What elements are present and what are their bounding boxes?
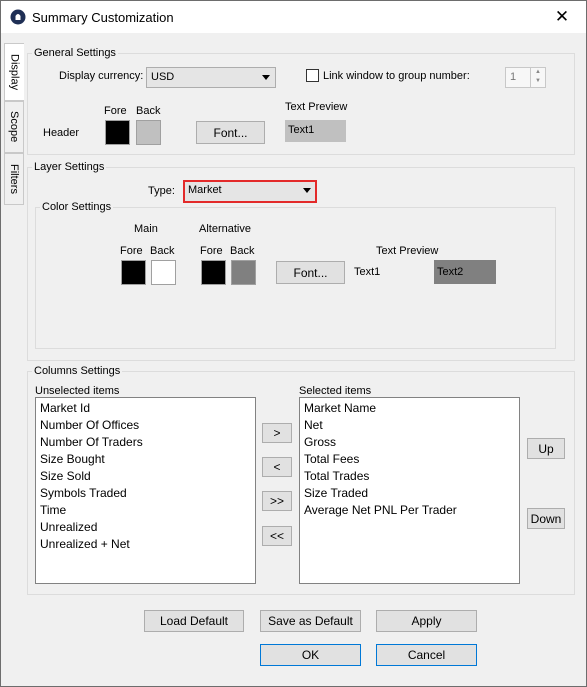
alt-fore-color-swatch[interactable] [201, 260, 226, 285]
link-window-checkbox[interactable] [306, 69, 319, 82]
alt-back-label: Back [230, 245, 255, 257]
list-item[interactable]: Number Of Traders [36, 434, 255, 451]
list-item[interactable]: Gross [300, 434, 519, 451]
list-item[interactable]: Average Net PNL Per Trader [300, 502, 519, 519]
chevron-down-icon [262, 75, 270, 80]
down-button[interactable]: Down [527, 508, 565, 529]
list-item[interactable]: Market Id [36, 400, 255, 417]
unselected-items-label: Unselected items [35, 385, 120, 397]
move-all-left-button[interactable]: << [262, 526, 292, 546]
link-window-label: Link window to group number: [323, 70, 470, 82]
move-right-button[interactable]: > [262, 423, 292, 443]
main-back-label: Back [150, 245, 175, 257]
header-text-preview: Text1 [285, 120, 346, 142]
chevron-down-icon [303, 188, 311, 193]
main-colors-label: Main [134, 223, 158, 235]
tab-filters-label: Filters [8, 164, 20, 194]
selected-items-list[interactable]: Market Name Net Gross Total Fees Total T… [299, 397, 520, 584]
main-fore-label: Fore [120, 245, 143, 257]
header-back-label: Back [136, 105, 161, 117]
load-default-button[interactable]: Load Default [144, 610, 244, 632]
apply-button[interactable]: Apply [376, 610, 477, 632]
header-back-color-swatch[interactable] [136, 120, 161, 145]
list-item[interactable]: Total Trades [300, 468, 519, 485]
list-item[interactable]: Unrealized + Net [36, 536, 255, 553]
main-fore-color-swatch[interactable] [121, 260, 146, 285]
display-currency-label: Display currency: [59, 70, 144, 82]
list-item[interactable]: Market Name [300, 400, 519, 417]
layer-preview-text1: Text1 [354, 266, 381, 278]
list-item[interactable]: Size Bought [36, 451, 255, 468]
layer-settings-legend: Layer Settings [34, 161, 105, 173]
tab-filters[interactable]: Filters [4, 153, 24, 205]
display-currency-select[interactable]: USD [146, 67, 276, 88]
layer-type-select[interactable]: Market [183, 180, 317, 203]
main-back-color-swatch[interactable] [151, 260, 176, 285]
color-settings-legend: Color Settings [42, 201, 112, 213]
ok-button[interactable]: OK [260, 644, 361, 666]
list-item[interactable]: Total Fees [300, 451, 519, 468]
tab-display-label: Display [8, 53, 21, 91]
list-item[interactable]: Time [36, 502, 255, 519]
layer-text-preview-label: Text Preview [376, 245, 439, 257]
list-item[interactable]: Symbols Traded [36, 485, 255, 502]
app-icon [10, 9, 26, 25]
layer-font-button[interactable]: Font... [276, 261, 345, 284]
header-fore-label: Fore [104, 105, 127, 117]
header-label: Header [43, 127, 80, 139]
up-button[interactable]: Up [527, 438, 565, 459]
alt-fore-label: Fore [200, 245, 223, 257]
list-item[interactable]: Size Sold [36, 468, 255, 485]
layer-preview-text2: Text2 [434, 260, 496, 284]
window-title: Summary Customization [32, 10, 174, 25]
title-bar: Summary Customization ✕ [1, 1, 586, 33]
tab-display[interactable]: Display [4, 43, 24, 101]
list-item[interactable]: Net [300, 417, 519, 434]
group-number-spinner[interactable]: 1 ▲ ▼ [505, 67, 546, 88]
cancel-button[interactable]: Cancel [376, 644, 477, 666]
move-left-button[interactable]: < [262, 457, 292, 477]
close-icon: ✕ [554, 7, 570, 26]
unselected-items-list[interactable]: Market Id Number Of Offices Number Of Tr… [35, 397, 256, 584]
save-as-default-button[interactable]: Save as Default [260, 610, 361, 632]
move-all-right-button[interactable]: >> [262, 491, 292, 511]
columns-settings-legend: Columns Settings [34, 365, 121, 377]
header-font-button[interactable]: Font... [196, 121, 265, 144]
general-settings-legend: General Settings [34, 47, 116, 59]
spinner-arrows-icon[interactable]: ▲ ▼ [530, 68, 545, 87]
type-label: Type: [148, 185, 175, 197]
alternative-colors-label: Alternative [199, 223, 251, 235]
alt-back-color-swatch[interactable] [231, 260, 256, 285]
selected-items-label: Selected items [299, 385, 372, 397]
list-item[interactable]: Unrealized [36, 519, 255, 536]
tab-scope[interactable]: Scope [4, 101, 24, 153]
tab-scope-label: Scope [8, 111, 20, 143]
header-fore-color-swatch[interactable] [105, 120, 130, 145]
display-currency-value: USD [151, 71, 175, 83]
layer-type-value: Market [188, 184, 222, 196]
summary-customization-dialog: Summary Customization ✕ Display Scope Fi… [0, 0, 587, 687]
close-button[interactable]: ✕ [542, 1, 582, 33]
group-number-value: 1 [510, 71, 517, 83]
list-item[interactable]: Number Of Offices [36, 417, 255, 434]
list-item[interactable]: Size Traded [300, 485, 519, 502]
header-text-preview-label: Text Preview [285, 101, 348, 113]
